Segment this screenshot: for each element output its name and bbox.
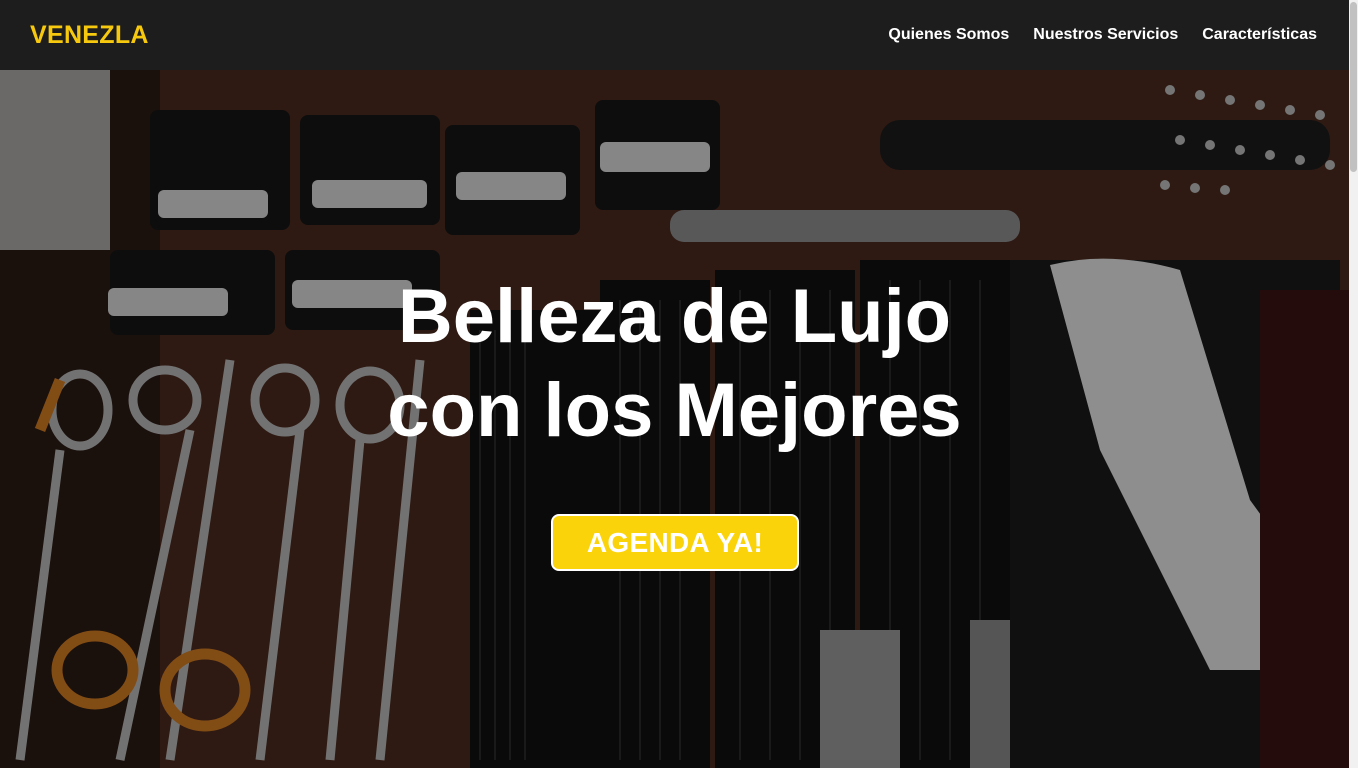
hero-section: Belleza de Lujo con los Mejores AGENDA Y… xyxy=(0,70,1349,768)
hero-title-line-2: con los Mejores xyxy=(387,368,962,453)
page: VENEZLA Quienes Somos Nuestros Servicios… xyxy=(0,0,1358,768)
nav-link-caracteristicas[interactable]: Características xyxy=(1202,26,1317,44)
nav-links: Quienes Somos Nuestros Servicios Caracte… xyxy=(888,26,1317,44)
page-scrollbar[interactable] xyxy=(1349,0,1358,768)
hero-title-line-1: Belleza de Lujo xyxy=(397,274,952,359)
agenda-ya-button[interactable]: AGENDA YA! xyxy=(551,514,799,571)
navbar: VENEZLA Quienes Somos Nuestros Servicios… xyxy=(0,0,1349,70)
brand-logo[interactable]: VENEZLA xyxy=(30,21,149,50)
hero-content: Belleza de Lujo con los Mejores AGENDA Y… xyxy=(0,70,1349,768)
hero-title: Belleza de Lujo con los Mejores xyxy=(0,270,1349,458)
nav-link-quienes-somos[interactable]: Quienes Somos xyxy=(888,26,1009,44)
scrollbar-thumb[interactable] xyxy=(1350,2,1357,172)
nav-link-nuestros-servicios[interactable]: Nuestros Servicios xyxy=(1033,26,1178,44)
